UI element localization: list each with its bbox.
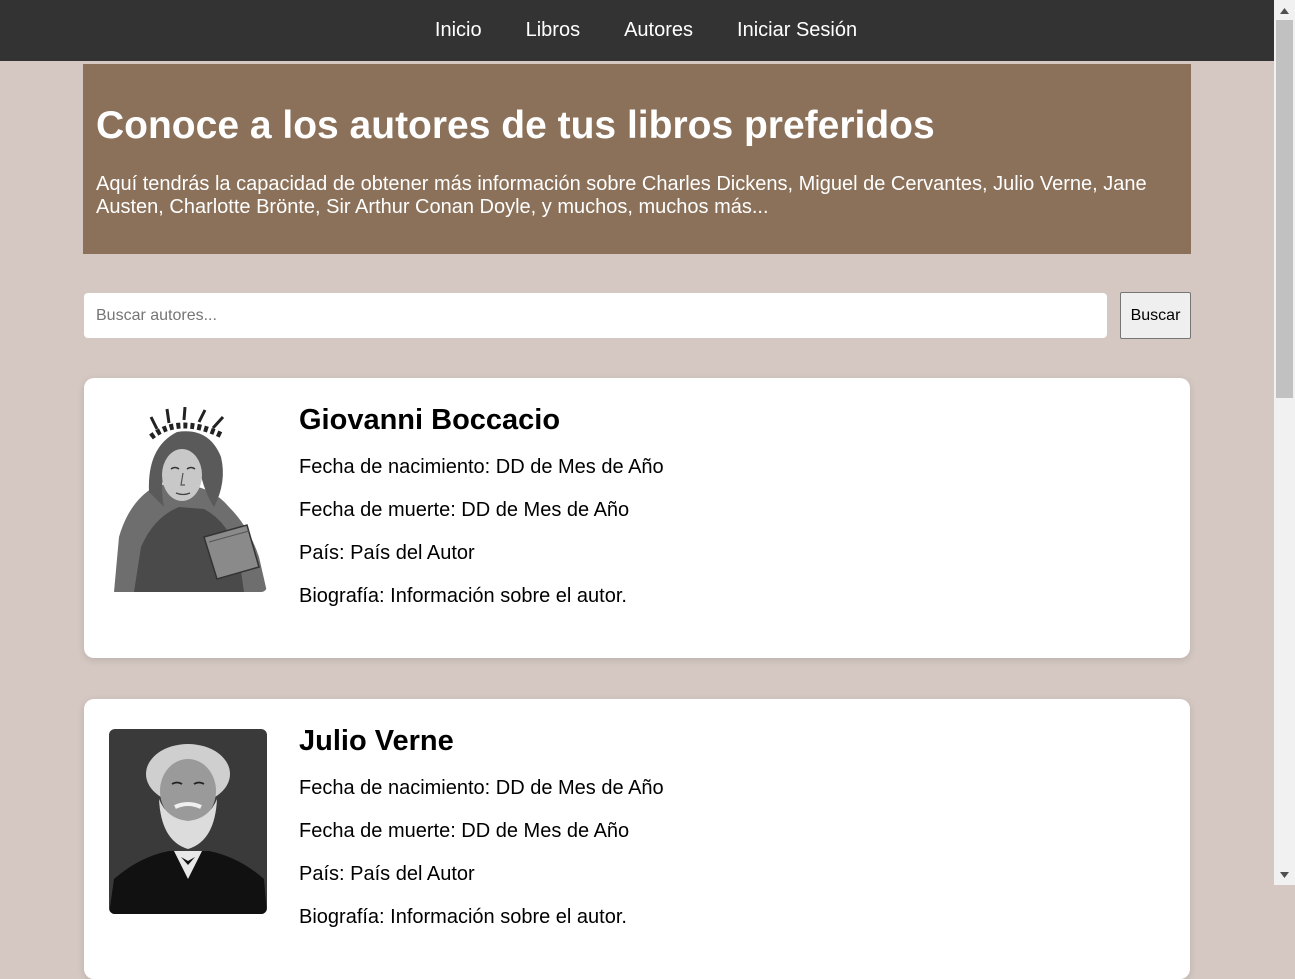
nav-link-autores[interactable]: Autores: [602, 0, 715, 61]
author-card: Giovanni Boccacio Fecha de nacimiento: D…: [84, 378, 1190, 658]
nav-links: Inicio Libros Autores Iniciar Sesión: [413, 0, 879, 61]
hero-banner: Conoce a los autores de tus libros prefe…: [83, 64, 1191, 254]
nav-link-iniciar-sesion[interactable]: Iniciar Sesión: [715, 0, 879, 61]
author-birth-date: Fecha de nacimiento: DD de Mes de Año: [299, 456, 664, 478]
author-card: Julio Verne Fecha de nacimiento: DD de M…: [84, 699, 1190, 979]
hero-text: Aquí tendrás la capacidad de obtener más…: [96, 173, 1147, 218]
search-bar: Buscar: [84, 292, 1191, 339]
author-info: Julio Verne Fecha de nacimiento: DD de M…: [299, 724, 664, 949]
scrollbar-thumb[interactable]: [1276, 20, 1293, 398]
author-name: Julio Verne: [299, 725, 454, 757]
author-info: Giovanni Boccacio Fecha de nacimiento: D…: [299, 403, 664, 628]
author-country: País: País del Autor: [299, 542, 475, 564]
search-input[interactable]: [84, 293, 1107, 338]
nav-link-inicio[interactable]: Inicio: [413, 0, 504, 61]
scroll-up-arrow-icon[interactable]: [1274, 2, 1295, 19]
search-button[interactable]: Buscar: [1120, 292, 1191, 339]
author-country: País: País del Autor: [299, 863, 475, 885]
scroll-down-arrow-icon[interactable]: [1274, 866, 1295, 883]
author-death-date: Fecha de muerte: DD de Mes de Año: [299, 499, 630, 521]
author-name: Giovanni Boccacio: [299, 404, 561, 436]
author-portrait: [109, 407, 267, 592]
author-death-date: Fecha de muerte: DD de Mes de Año: [299, 820, 630, 842]
author-biography: Biografía: Información sobre el autor.: [299, 585, 627, 607]
nav-link-libros[interactable]: Libros: [504, 0, 602, 61]
hero-title: Conoce a los autores de tus libros prefe…: [96, 104, 935, 147]
top-navbar: Inicio Libros Autores Iniciar Sesión: [0, 0, 1274, 61]
author-portrait: [109, 729, 267, 914]
author-birth-date: Fecha de nacimiento: DD de Mes de Año: [299, 777, 664, 799]
vertical-scrollbar[interactable]: [1274, 0, 1295, 885]
author-biography: Biografía: Información sobre el autor.: [299, 906, 627, 928]
